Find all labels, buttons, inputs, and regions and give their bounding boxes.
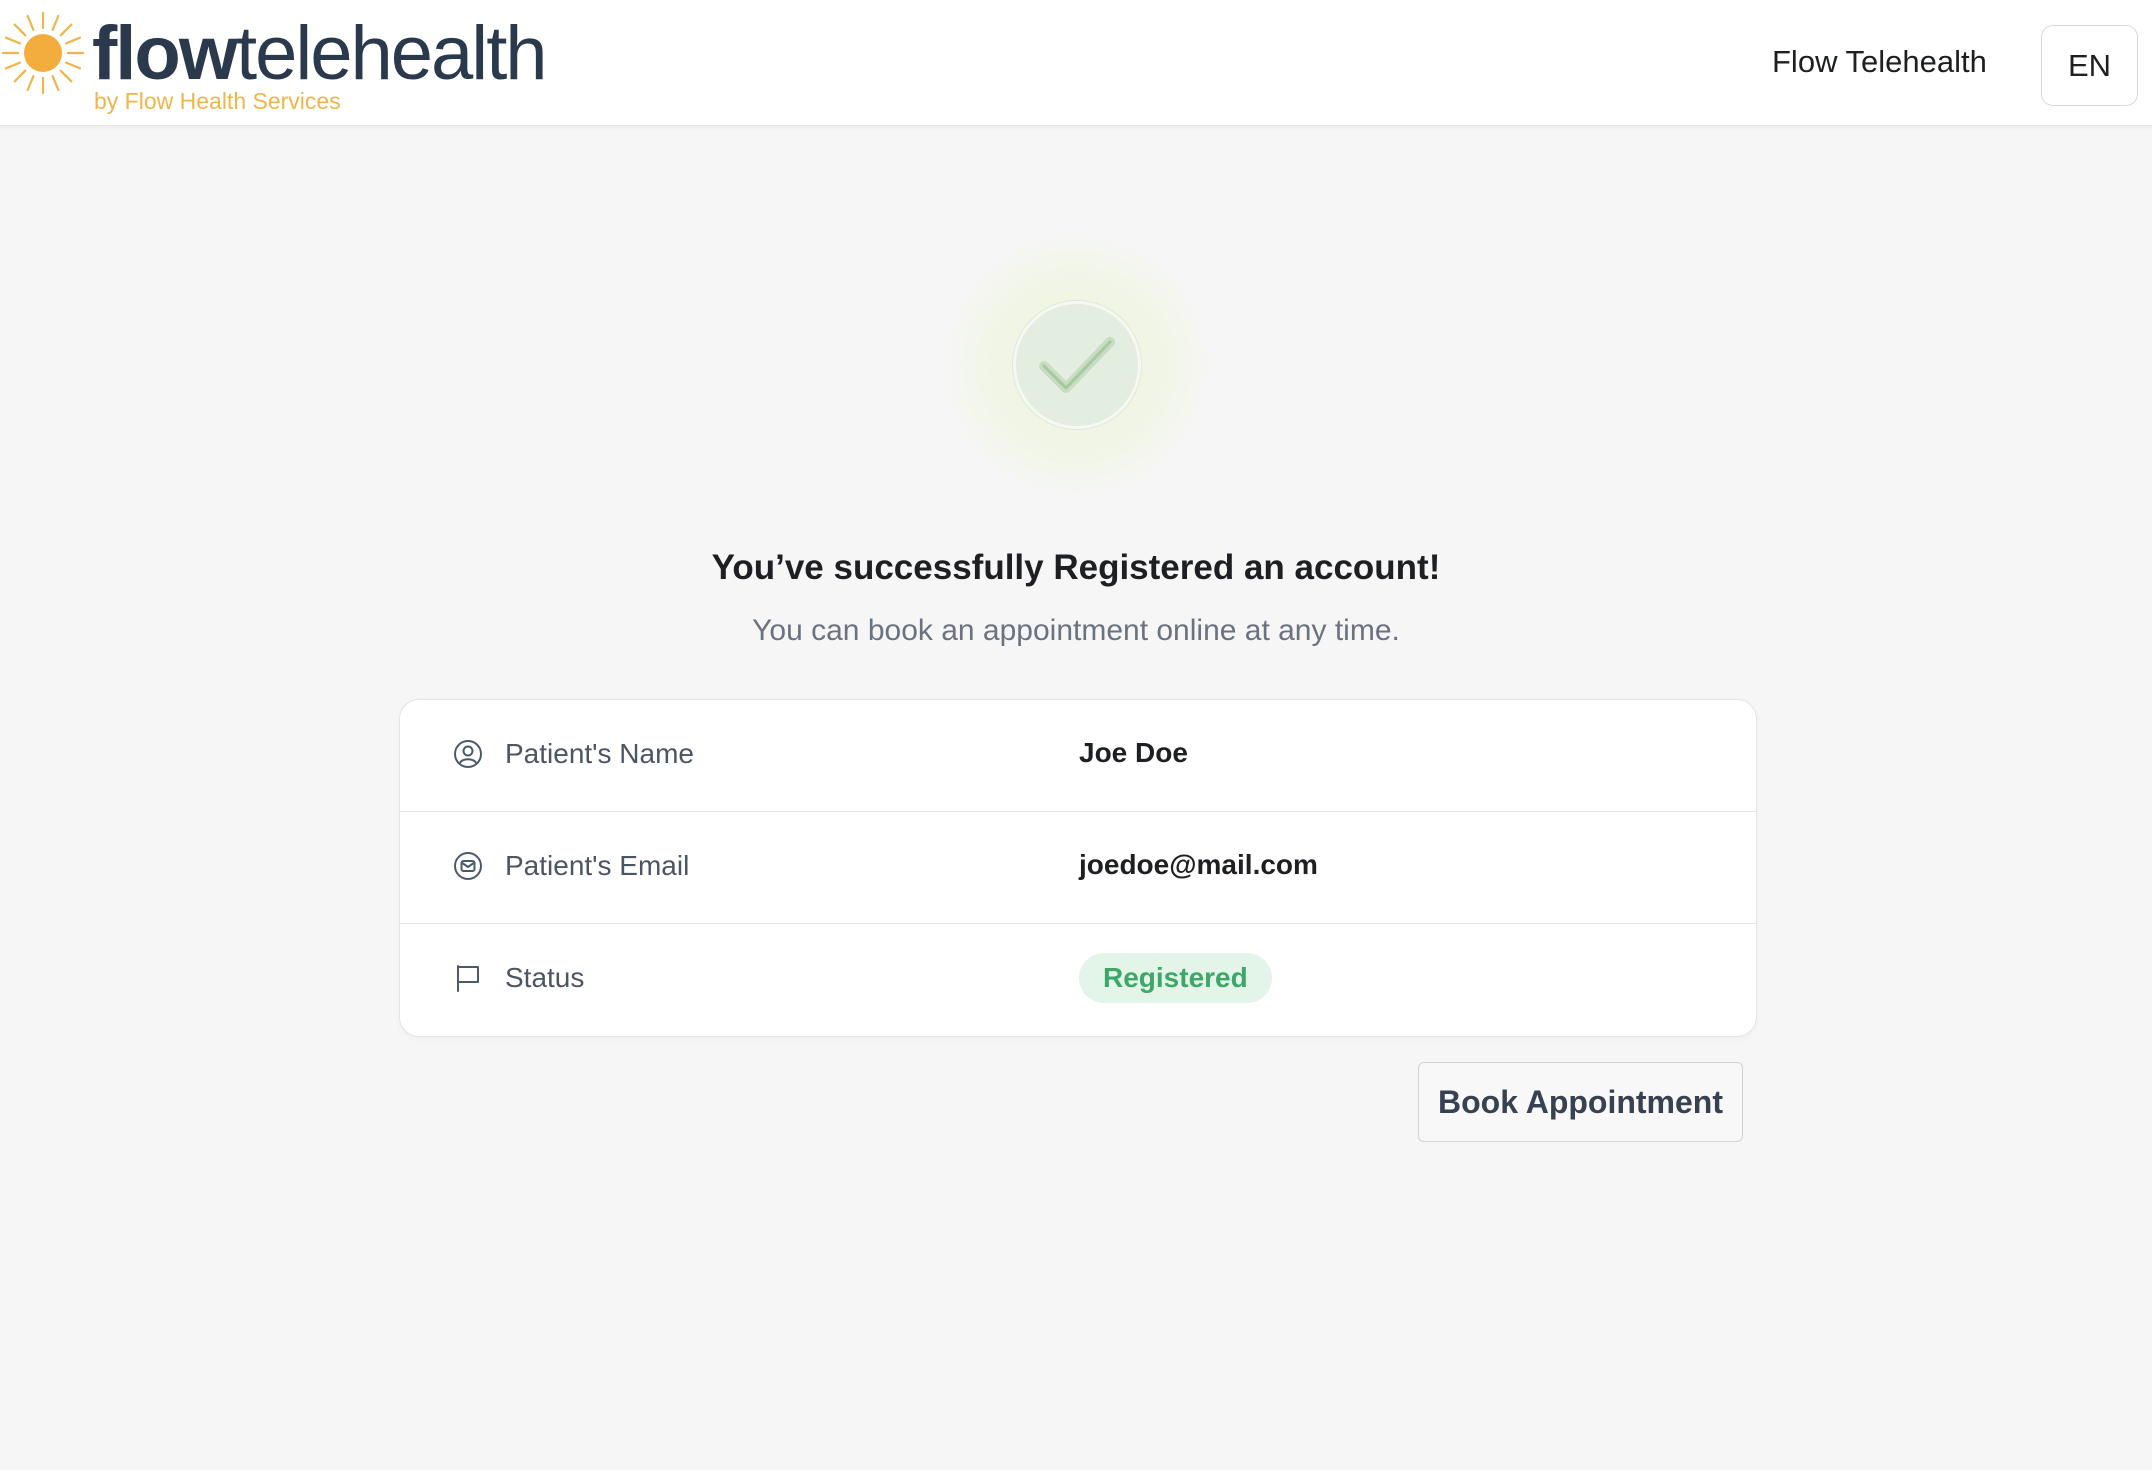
patient-name-value: Joe Doe — [1079, 737, 1188, 768]
detail-row-name: Patient's Name Joe Doe — [400, 700, 1756, 812]
language-selector-button[interactable]: EN — [2041, 25, 2138, 106]
nav-home-link[interactable]: Flow Telehealth — [1772, 44, 1987, 80]
logo-wordmark: flowtelehealth — [92, 8, 548, 100]
flow-telehealth-logo[interactable]: flowtelehealth by Flow Health Services — [0, 6, 600, 118]
registration-details-card: Patient's Name Joe Doe Patient's Email j… — [399, 699, 1757, 1037]
success-halo — [949, 237, 1205, 493]
sun-logo-icon — [1, 11, 85, 95]
user-circle-icon — [454, 740, 482, 768]
top-header: flowtelehealth by Flow Health Services F… — [0, 0, 2152, 126]
flag-icon — [457, 965, 479, 992]
detail-label: Patient's Name — [505, 738, 694, 769]
logo-word-telehealth: telehealth — [235, 11, 548, 96]
detail-row-status: Status Registered — [400, 924, 1756, 1036]
status-badge: Registered — [1079, 953, 1272, 1003]
detail-row-email: Patient's Email joedoe@mail.com — [400, 812, 1756, 924]
detail-label: Status — [505, 962, 585, 993]
patient-email-value: joedoe@mail.com — [1079, 849, 1318, 880]
success-badge — [1013, 301, 1141, 429]
book-appointment-button[interactable]: Book Appointment — [1418, 1062, 1743, 1142]
logo-tagline: by Flow Health Services — [94, 88, 341, 114]
detail-label: Patient's Email — [505, 850, 690, 881]
mail-circle-icon — [454, 852, 482, 880]
success-title: You’ve successfully Registered an accoun… — [711, 548, 1441, 587]
logo-word-flow: flow — [92, 11, 238, 96]
checkmark-icon — [1039, 337, 1115, 393]
success-subtitle: You can book an appointment online at an… — [752, 614, 1400, 647]
